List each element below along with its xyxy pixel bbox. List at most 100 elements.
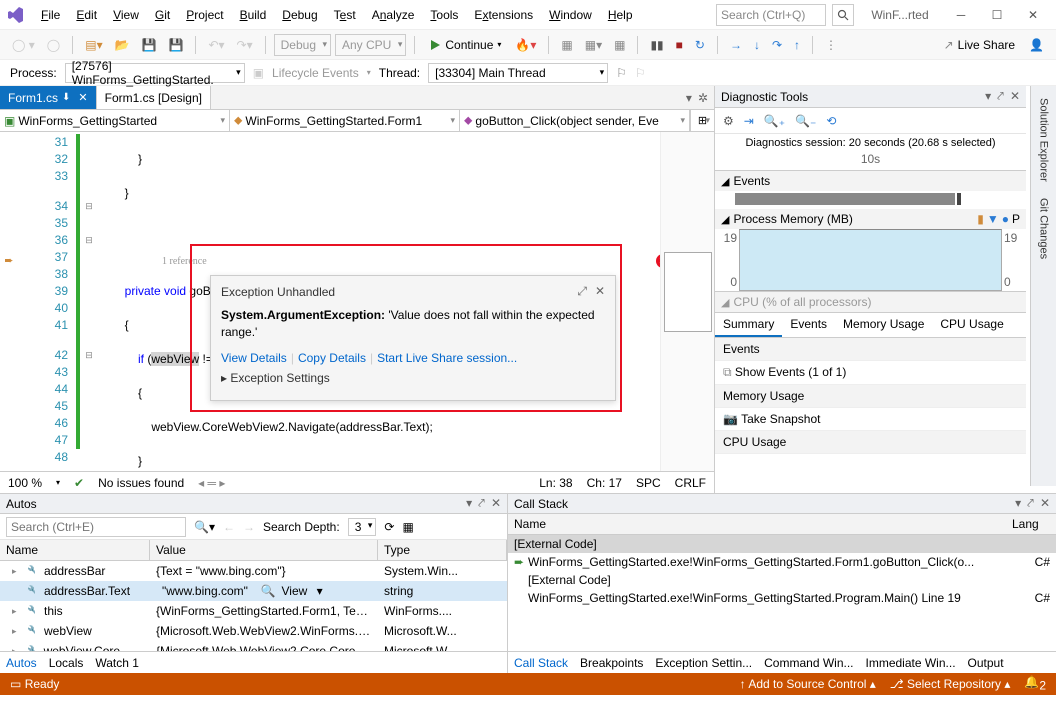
- minimap[interactable]: [660, 132, 714, 471]
- cs-dropdown[interactable]: ▾: [1015, 496, 1021, 511]
- close-exception-icon[interactable]: ✕: [595, 284, 605, 299]
- menu-tools[interactable]: Tools: [423, 4, 465, 26]
- autos-dropdown[interactable]: ▾: [466, 496, 472, 511]
- step-next-button[interactable]: →: [726, 36, 746, 54]
- tb-icon[interactable]: ⟳: [384, 520, 394, 534]
- nav-class[interactable]: ⬥WinForms_GettingStarted.Form1: [230, 110, 460, 131]
- breakpoint-margin[interactable]: ➨: [0, 132, 18, 471]
- close-tab-icon[interactable]: ✕: [78, 91, 87, 104]
- output-tab[interactable]: Output: [968, 656, 1004, 670]
- liveshare-link[interactable]: Start Live Share session...: [377, 351, 517, 365]
- autos-row[interactable]: ▸🔧addressBar{Text = "www.bing.com"}Syste…: [0, 561, 507, 581]
- callstack-row[interactable]: [External Code]: [508, 571, 1056, 589]
- zoomin-icon[interactable]: 🔍₊: [764, 114, 785, 128]
- tb-icon3[interactable]: ▦: [610, 36, 629, 54]
- menu-extensions[interactable]: Extensions: [467, 4, 540, 26]
- tab-form1cs[interactable]: Form1.cs⬇✕: [0, 86, 97, 109]
- menu-edit[interactable]: Edit: [69, 4, 104, 26]
- breakpoints-tab[interactable]: Breakpoints: [580, 656, 643, 670]
- minimize-button[interactable]: ─: [946, 3, 976, 27]
- hot-reload-button[interactable]: 🔥▾: [511, 36, 540, 54]
- depth-combo[interactable]: 3▾: [348, 518, 377, 536]
- callstack-row[interactable]: WinForms_GettingStarted.exe!WinForms_Get…: [508, 589, 1056, 607]
- menu-file[interactable]: FFileile: [34, 4, 67, 26]
- menu-window[interactable]: Window: [542, 4, 599, 26]
- select-icon[interactable]: ⇥: [744, 114, 754, 128]
- autos-row[interactable]: ▸🔧this{WinForms_GettingStarted.Form1, Te…: [0, 601, 507, 621]
- notifications-button[interactable]: 🔔2: [1024, 675, 1046, 692]
- diag-pin-icon[interactable]: ⤤: [997, 89, 1004, 104]
- zoom-combo[interactable]: 100 %: [8, 476, 42, 490]
- exception-settings-tab[interactable]: Exception Settin...: [655, 656, 752, 670]
- autos-row[interactable]: ▸🔧webView{Microsoft.Web.WebView2.WinForm…: [0, 621, 507, 641]
- diag-tab-cpu[interactable]: CPU Usage: [932, 313, 1011, 337]
- command-window-tab[interactable]: Command Win...: [764, 656, 853, 670]
- process-combo[interactable]: [27576] WinForms_GettingStarted.: [65, 63, 245, 83]
- tb-icon2[interactable]: ▦: [402, 520, 413, 534]
- undo-button[interactable]: ↶▾: [204, 36, 228, 54]
- callstack-row[interactable]: [External Code]: [508, 535, 1056, 553]
- locals-tab[interactable]: Locals: [49, 656, 84, 670]
- continue-button[interactable]: Continue ▾: [423, 36, 507, 54]
- nav-member[interactable]: ⬥goButton_Click(object sender, Eve: [460, 110, 690, 131]
- nav-fwd-button[interactable]: ◯: [43, 36, 64, 54]
- autos-search-input[interactable]: [6, 517, 186, 537]
- step-over-button[interactable]: ↷: [768, 36, 786, 54]
- step-out-button[interactable]: ↑: [790, 36, 804, 54]
- menu-build[interactable]: Build: [233, 4, 274, 26]
- platform-combo[interactable]: Any CPU: [335, 34, 406, 56]
- callstack-row[interactable]: ➨WinForms_GettingStarted.exe!WinForms_Ge…: [508, 553, 1056, 571]
- menu-debug[interactable]: Debug: [275, 4, 324, 26]
- events-header[interactable]: ◢ Events: [715, 171, 1026, 191]
- menu-test[interactable]: Test: [327, 4, 363, 26]
- tabstrip-gear-icon[interactable]: ✲: [698, 91, 708, 105]
- tb-icon2[interactable]: ▦▾: [581, 36, 606, 54]
- liveshare-button[interactable]: ↗Live Share: [938, 36, 1021, 54]
- autos-close-icon[interactable]: ✕: [491, 496, 501, 511]
- config-combo[interactable]: Debug: [274, 34, 331, 56]
- nav-back-button[interactable]: ◯ ▾: [8, 36, 39, 54]
- autos-row[interactable]: ▸🔧webView.CoreWebVi...{Microsoft.Web.Web…: [0, 641, 507, 651]
- autos-tab[interactable]: Autos: [6, 656, 37, 670]
- save-button[interactable]: 💾: [138, 36, 161, 54]
- menu-help[interactable]: Help: [601, 4, 640, 26]
- nav-split-icon[interactable]: ⊞: [690, 110, 714, 131]
- search-icon[interactable]: 🔍▾: [194, 520, 215, 534]
- solution-explorer-tab[interactable]: Solution Explorer: [1036, 92, 1052, 188]
- stack-icon[interactable]: ⚐: [616, 66, 627, 80]
- redo-button[interactable]: ↷▾: [233, 36, 257, 54]
- close-button[interactable]: ✕: [1018, 3, 1048, 27]
- open-button[interactable]: 📂: [111, 36, 134, 54]
- prev-icon[interactable]: ←: [223, 520, 235, 534]
- source-control-button[interactable]: ↑ Add to Source Control ▴: [740, 677, 876, 691]
- immediate-window-tab[interactable]: Immediate Win...: [866, 656, 956, 670]
- autos-pin-icon[interactable]: ⤤: [478, 496, 485, 511]
- diag-tab-mem[interactable]: Memory Usage: [835, 313, 932, 337]
- menu-view[interactable]: View: [106, 4, 146, 26]
- pin-icon[interactable]: ⤢: [577, 284, 587, 299]
- tabstrip-dropdown[interactable]: ▾: [686, 91, 692, 105]
- callstack-tab[interactable]: Call Stack: [514, 656, 568, 670]
- maximize-button[interactable]: ☐: [982, 3, 1012, 27]
- memory-header[interactable]: ◢ Process Memory (MB)▮▼●P: [715, 209, 1026, 229]
- menu-project[interactable]: Project: [179, 4, 230, 26]
- reset-icon[interactable]: ⟲: [826, 114, 836, 128]
- feedback-button[interactable]: 👤: [1025, 36, 1048, 54]
- tb-more[interactable]: ⋮: [821, 36, 841, 54]
- select-repo-button[interactable]: ⎇ Select Repository ▴: [890, 677, 1011, 691]
- stop-button[interactable]: ■: [672, 36, 687, 54]
- restart-button[interactable]: ↻: [691, 36, 709, 54]
- nav-project[interactable]: ▣WinForms_GettingStarted: [0, 110, 230, 131]
- thread-combo[interactable]: [33304] Main Thread: [428, 63, 608, 83]
- diag-dropdown[interactable]: ▾: [985, 89, 991, 104]
- new-project-button[interactable]: ▤▾: [81, 36, 106, 54]
- pin-icon[interactable]: ⬇: [62, 92, 70, 103]
- tb-icon1[interactable]: ▦: [557, 36, 576, 54]
- diag-tab-summary[interactable]: Summary: [715, 313, 782, 337]
- diag-close-icon[interactable]: ✕: [1010, 89, 1020, 104]
- take-snapshot-link[interactable]: 📷 Take Snapshot: [715, 408, 1026, 431]
- gear-icon[interactable]: ⚙: [723, 114, 734, 128]
- code-editor[interactable]: ➨ 313233343536373839404142434445464748 ⊟…: [0, 132, 714, 471]
- watch1-tab[interactable]: Watch 1: [95, 656, 139, 670]
- fold-column[interactable]: ⊟⊟⊟: [80, 132, 98, 471]
